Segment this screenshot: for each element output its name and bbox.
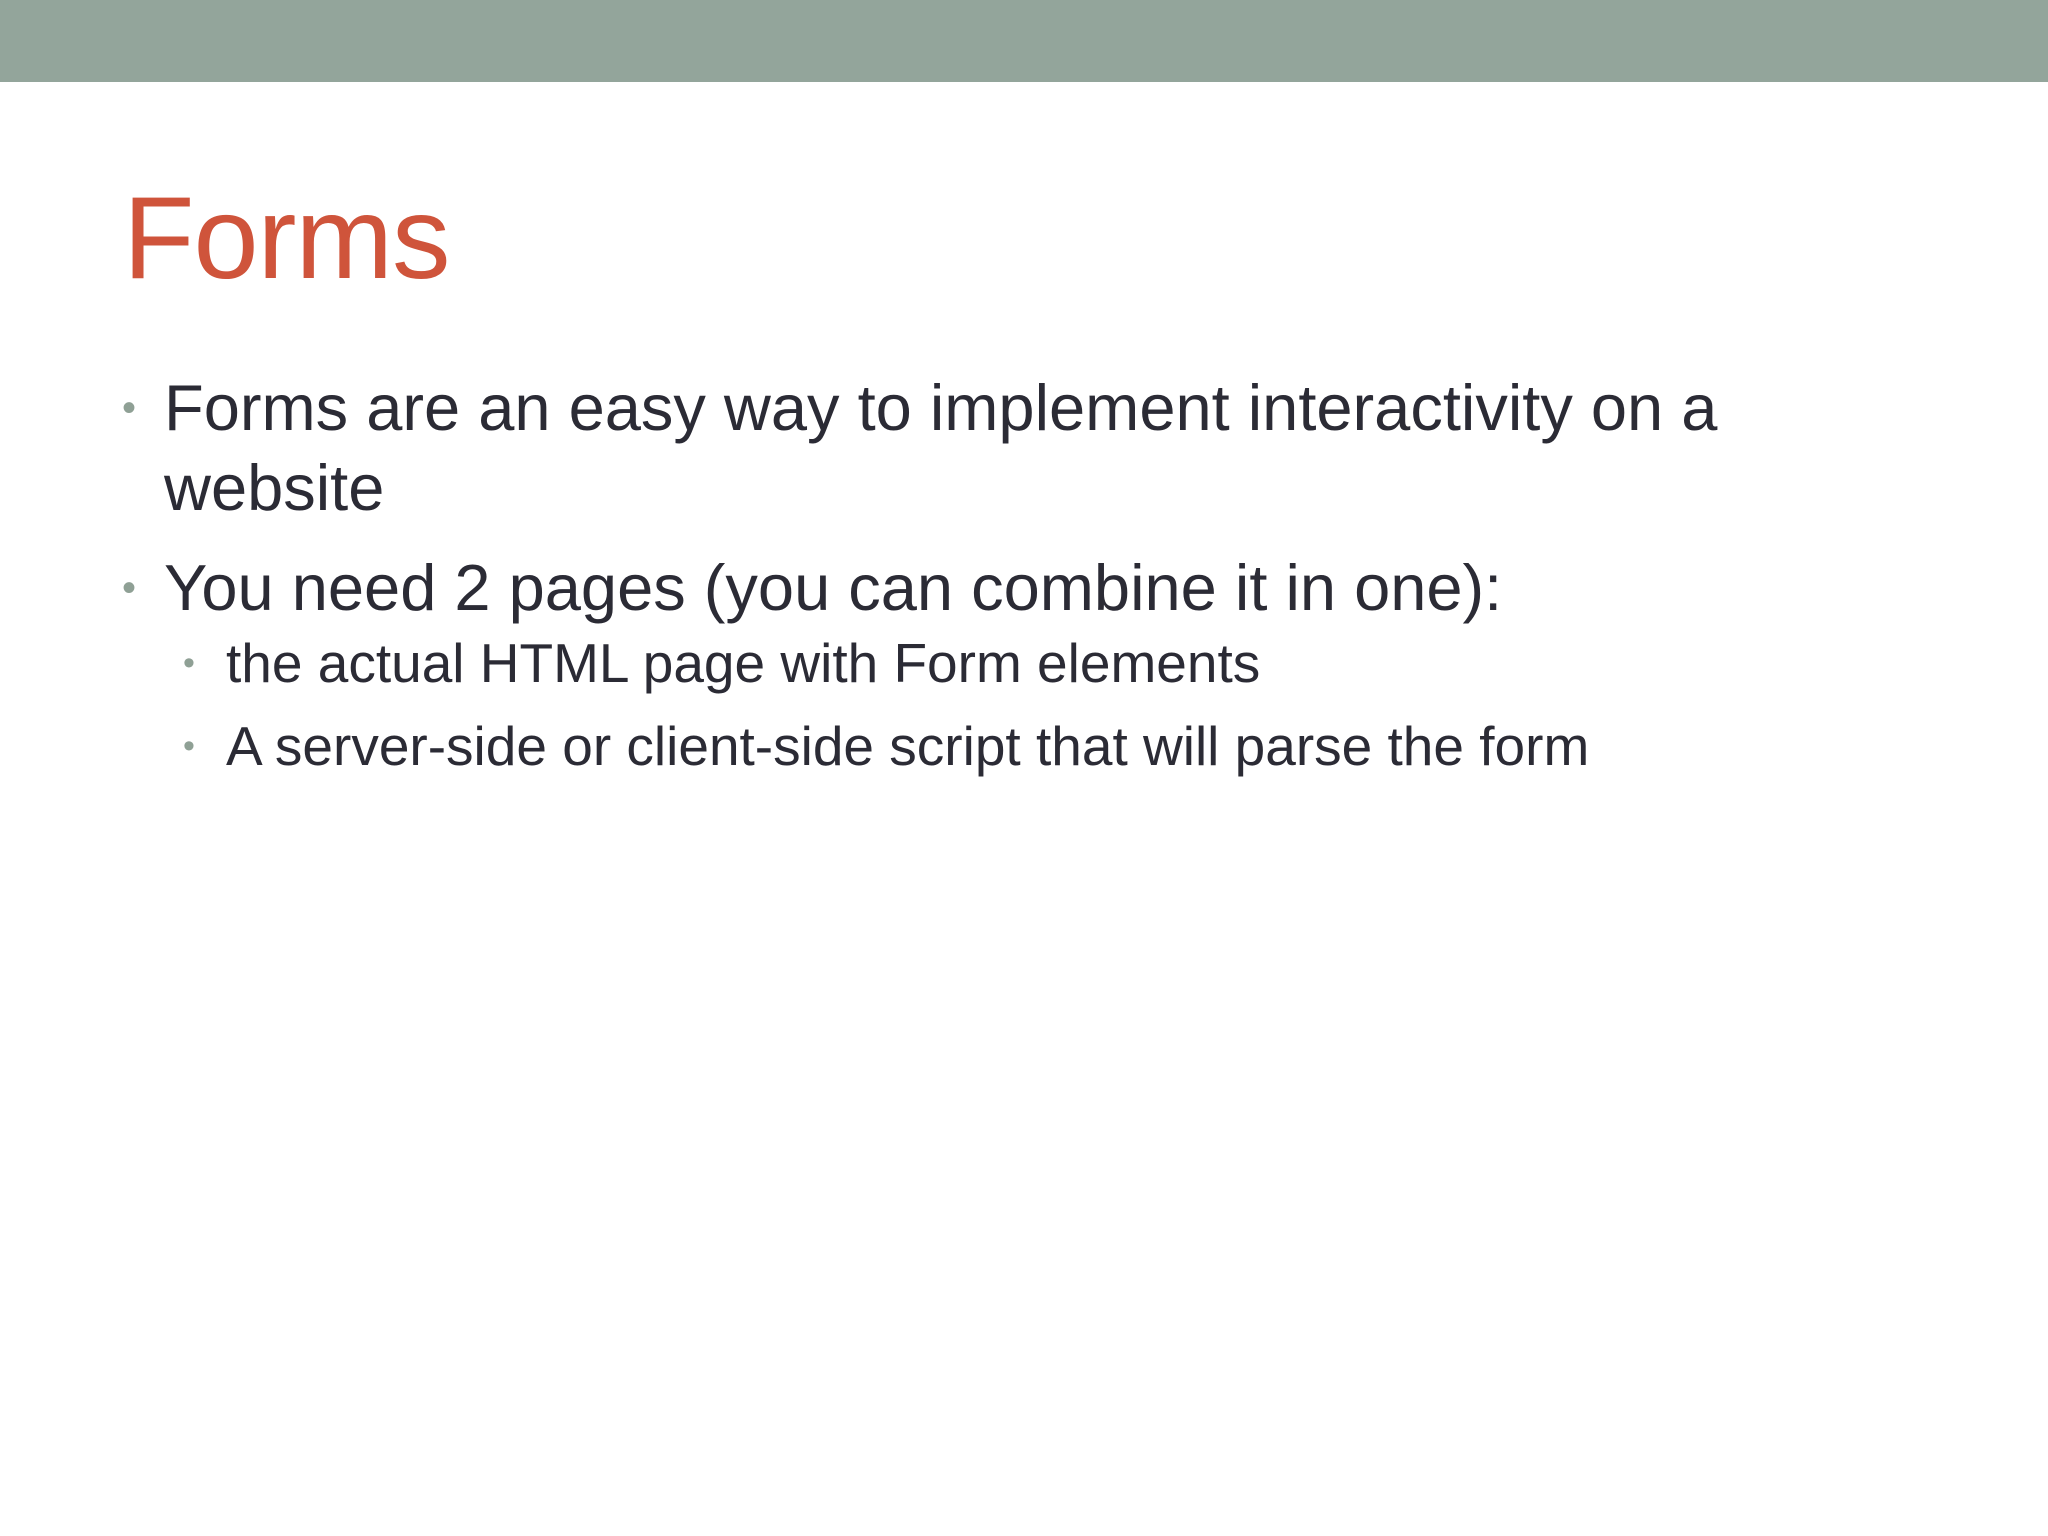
bullet-marker: • bbox=[122, 566, 137, 610]
slide-header-band bbox=[0, 0, 2048, 82]
sub-bullet-text: A server-side or client-side script that… bbox=[226, 715, 1590, 777]
sub-bullet-text: the actual HTML page with Form elements bbox=[226, 632, 1261, 694]
sub-bullet-item: • A server-side or client-side script th… bbox=[122, 713, 1902, 779]
bullet-text: You need 2 pages (you can combine it in … bbox=[164, 551, 1503, 624]
slide-title: Forms bbox=[123, 172, 450, 303]
slide: Forms • Forms are an easy way to impleme… bbox=[0, 0, 2048, 1536]
sub-bullet-item: • the actual HTML page with Form element… bbox=[122, 630, 1902, 696]
bullet-item: • You need 2 pages (you can combine it i… bbox=[122, 548, 1902, 628]
slide-body: • Forms are an easy way to implement int… bbox=[122, 368, 1902, 796]
bullet-item: • Forms are an easy way to implement int… bbox=[122, 368, 1902, 528]
bullet-text: Forms are an easy way to implement inter… bbox=[164, 371, 1718, 524]
sub-bullet-marker: • bbox=[183, 727, 195, 765]
bullet-marker: • bbox=[122, 386, 137, 430]
sub-bullet-marker: • bbox=[183, 644, 195, 682]
